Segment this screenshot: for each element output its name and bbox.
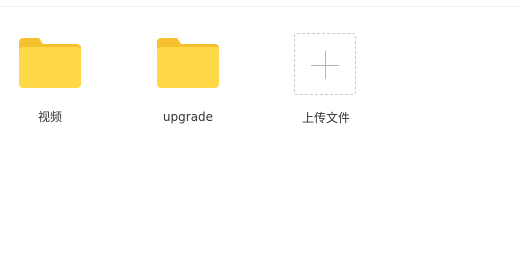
- file-grid: 视频 upgrade 上传文件: [0, 0, 521, 265]
- folder-icon: [19, 38, 81, 88]
- folder-name: upgrade: [162, 110, 214, 124]
- folder-item-upgrade[interactable]: upgrade: [143, 30, 233, 130]
- upload-file-button[interactable]: 上传文件: [281, 30, 371, 130]
- folder-item-video[interactable]: 视频: [5, 30, 95, 130]
- upload-dropzone[interactable]: [294, 33, 356, 95]
- upload-file-label: 上传文件: [301, 111, 350, 125]
- folder-name: 视频: [37, 110, 62, 124]
- folder-icon: [157, 38, 219, 88]
